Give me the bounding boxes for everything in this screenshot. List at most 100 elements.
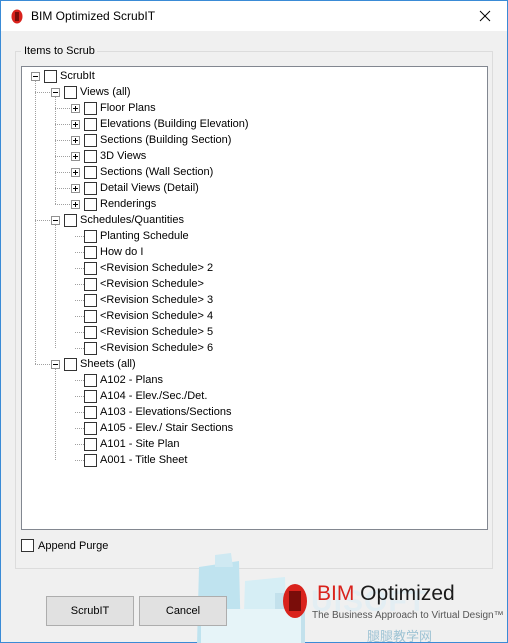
brand-tagline: The Business Approach to Virtual Design™ <box>312 610 504 621</box>
collapse-minus-icon[interactable] <box>51 88 60 97</box>
tree-node-checkbox[interactable] <box>44 70 57 83</box>
tree-node[interactable]: How do I <box>22 244 482 260</box>
tree-node-label: Sections (Wall Section) <box>100 166 214 178</box>
tree-node-checkbox[interactable] <box>84 438 97 451</box>
tree-node-checkbox[interactable] <box>84 246 97 259</box>
close-icon <box>479 10 491 22</box>
tree-node[interactable]: Sheets (all) <box>22 356 482 372</box>
tree-node-checkbox[interactable] <box>84 278 97 291</box>
tree-node[interactable]: 3D Views <box>22 148 482 164</box>
tree-node[interactable]: Schedules/Quantities <box>22 212 482 228</box>
cancel-button[interactable]: Cancel <box>139 596 227 626</box>
tree-node[interactable]: A105 - Elev./ Stair Sections <box>22 420 482 436</box>
tree-node-checkbox[interactable] <box>84 182 97 195</box>
expand-plus-icon[interactable] <box>71 104 80 113</box>
tree-node-label: Floor Plans <box>100 102 156 114</box>
title-bar[interactable]: BIM Optimized ScrubIT <box>1 1 507 31</box>
tree-node-label: A104 - Elev./Sec./Det. <box>100 390 208 402</box>
tree-node-checkbox[interactable] <box>84 310 97 323</box>
dialog-window: BIM Optimized ScrubIT Items to Scrub Scr… <box>0 0 508 643</box>
tree-node-label: Elevations (Building Elevation) <box>100 118 249 130</box>
tree-node-checkbox[interactable] <box>84 102 97 115</box>
tree-node-label: A101 - Site Plan <box>100 438 180 450</box>
brand-name: BIM Optimized <box>317 582 455 606</box>
tree-node[interactable]: Views (all) <box>22 84 482 100</box>
tree-node-label: Renderings <box>100 198 157 210</box>
tree-node[interactable]: A102 - Plans <box>22 372 482 388</box>
brand-name-prefix: BIM <box>317 582 361 605</box>
tree-node[interactable]: Detail Views (Detail) <box>22 180 482 196</box>
tree-node-checkbox[interactable] <box>84 454 97 467</box>
tree-node-label: Sections (Building Section) <box>100 134 232 146</box>
tree-node-checkbox[interactable] <box>84 374 97 387</box>
tree-node-checkbox[interactable] <box>84 198 97 211</box>
tree-node[interactable]: <Revision Schedule> 5 <box>22 324 482 340</box>
tree-node-checkbox[interactable] <box>84 230 97 243</box>
expand-plus-icon[interactable] <box>71 152 80 161</box>
tree-node-checkbox[interactable] <box>64 358 77 371</box>
tree-node-checkbox[interactable] <box>84 294 97 307</box>
tree-node[interactable]: <Revision Schedule> 6 <box>22 340 482 356</box>
tree-node-label: <Revision Schedule> 3 <box>100 294 214 306</box>
collapse-minus-icon[interactable] <box>51 216 60 225</box>
window-title: BIM Optimized ScrubIT <box>31 9 156 23</box>
tree-node-checkbox[interactable] <box>84 150 97 163</box>
tree-node-checkbox[interactable] <box>84 262 97 275</box>
tree-node-label: Views (all) <box>80 86 131 98</box>
svg-text:腿腿教学网: 腿腿教学网 <box>367 629 432 643</box>
tree-node-label: A103 - Elevations/Sections <box>100 406 232 418</box>
expand-plus-icon[interactable] <box>71 120 80 129</box>
tree-node[interactable]: A101 - Site Plan <box>22 436 482 452</box>
tree-node-label: Detail Views (Detail) <box>100 182 199 194</box>
expand-plus-icon[interactable] <box>71 136 80 145</box>
tree-node[interactable]: Sections (Wall Section) <box>22 164 482 180</box>
groupbox-legend: Items to Scrub <box>21 45 97 58</box>
tree-node-checkbox[interactable] <box>84 390 97 403</box>
append-purge-label: Append Purge <box>38 540 109 552</box>
tree-node[interactable]: <Revision Schedule> <box>22 276 482 292</box>
tree-node[interactable]: A103 - Elevations/Sections <box>22 404 482 420</box>
expand-plus-icon[interactable] <box>71 184 80 193</box>
tree-node-label: <Revision Schedule> 4 <box>100 310 214 322</box>
tree-node[interactable]: Planting Schedule <box>22 228 482 244</box>
tree-node[interactable]: A104 - Elev./Sec./Det. <box>22 388 482 404</box>
tree-node-checkbox[interactable] <box>84 342 97 355</box>
tree-node-checkbox[interactable] <box>84 166 97 179</box>
tree-node-label: Planting Schedule <box>100 230 189 242</box>
tree-node-label: A001 - Title Sheet <box>100 454 188 466</box>
collapse-minus-icon[interactable] <box>51 360 60 369</box>
tree-node[interactable]: Elevations (Building Elevation) <box>22 116 482 132</box>
expand-plus-icon[interactable] <box>71 168 80 177</box>
tree-node-checkbox[interactable] <box>84 118 97 131</box>
tree-node-label: <Revision Schedule> 2 <box>100 262 214 274</box>
tree-node-checkbox[interactable] <box>84 406 97 419</box>
tree-node-label: <Revision Schedule> <box>100 278 204 290</box>
append-purge-checkbox[interactable] <box>21 539 34 552</box>
tree-node[interactable]: <Revision Schedule> 4 <box>22 308 482 324</box>
tree-node[interactable]: A001 - Title Sheet <box>22 452 482 468</box>
scrubit-button[interactable]: ScrubIT <box>46 596 134 626</box>
tree-node[interactable]: Renderings <box>22 196 482 212</box>
tree-node-checkbox[interactable] <box>64 214 77 227</box>
tree-node[interactable]: Sections (Building Section) <box>22 132 482 148</box>
scrub-tree[interactable]: ScrubIt Views (all) Floor Plans Elevations … <box>21 66 488 530</box>
tree-node-checkbox[interactable] <box>84 326 97 339</box>
tree-node[interactable]: Floor Plans <box>22 100 482 116</box>
tree-node-checkbox[interactable] <box>84 134 97 147</box>
tree-node-label: Schedules/Quantities <box>80 214 184 226</box>
tree-node[interactable]: <Revision Schedule> 3 <box>22 292 482 308</box>
app-logo-icon <box>11 9 23 24</box>
tree-node-checkbox[interactable] <box>84 422 97 435</box>
tree-node-label: A102 - Plans <box>100 374 163 386</box>
brand-name-accent: Optimized <box>360 582 455 605</box>
tree-node-label: <Revision Schedule> 5 <box>100 326 214 338</box>
collapse-minus-icon[interactable] <box>31 72 40 81</box>
tree-node-label: ScrubIt <box>60 70 95 82</box>
tree-node-checkbox[interactable] <box>64 86 77 99</box>
tree-node[interactable]: <Revision Schedule> 2 <box>22 260 482 276</box>
close-button[interactable] <box>463 1 507 31</box>
expand-plus-icon[interactable] <box>71 200 80 209</box>
tree-node-label: How do I <box>100 246 144 258</box>
tree-node[interactable]: ScrubIt <box>22 68 482 84</box>
tree-node-label: A105 - Elev./ Stair Sections <box>100 422 234 434</box>
